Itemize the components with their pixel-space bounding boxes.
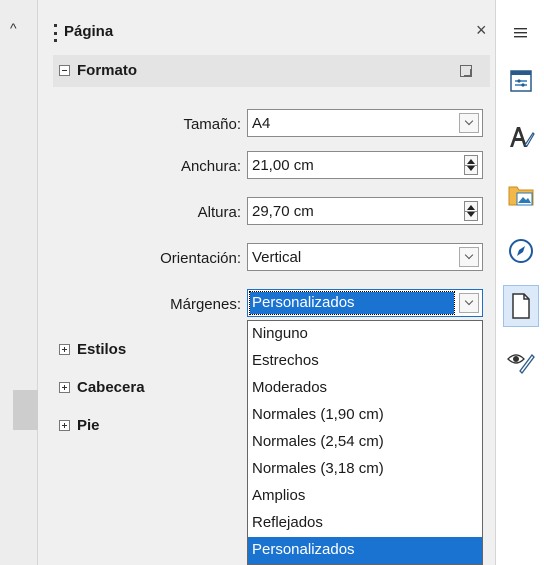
- spin-down-icon[interactable]: [467, 166, 475, 171]
- dropdown-option[interactable]: Normales (3,18 cm): [248, 456, 482, 483]
- margins-dropdown-list: Ninguno Estrechos Moderados Normales (1,…: [247, 320, 483, 565]
- dropdown-option[interactable]: Amplios: [248, 483, 482, 510]
- spin-down-icon[interactable]: [467, 212, 475, 217]
- size-dropdown-button[interactable]: [459, 113, 479, 133]
- margins-label: Márgenes:: [170, 296, 241, 313]
- width-spinner[interactable]: [464, 155, 478, 175]
- margins-dropdown-button[interactable]: [459, 293, 479, 313]
- width-label: Anchura:: [180, 158, 241, 175]
- orientation-label: Orientación:: [160, 250, 241, 267]
- spin-up-icon[interactable]: [467, 159, 475, 164]
- section-estilos-label: Estilos: [77, 341, 127, 358]
- orientation-select[interactable]: Vertical: [247, 243, 483, 271]
- dropdown-option[interactable]: Reflejados: [248, 510, 482, 537]
- section-cabecera-label: Cabecera: [77, 379, 145, 396]
- expand-icon[interactable]: [59, 382, 70, 393]
- spin-up-icon[interactable]: [467, 205, 475, 210]
- expand-icon[interactable]: [59, 420, 70, 431]
- scroll-up-icon[interactable]: ^: [10, 20, 17, 36]
- margins-select[interactable]: Personalizados: [247, 289, 483, 317]
- width-value: 21,00 cm: [252, 157, 314, 174]
- expand-icon[interactable]: [59, 344, 70, 355]
- section-formato-label: Formato: [77, 62, 137, 79]
- left-scroll-strip: ^: [0, 0, 38, 565]
- style-inspector-icon[interactable]: [506, 346, 536, 376]
- dropdown-option[interactable]: Moderados: [248, 375, 482, 402]
- page-icon[interactable]: [503, 285, 539, 327]
- section-pie-label: Pie: [77, 417, 100, 434]
- gallery-icon[interactable]: [506, 180, 536, 210]
- dropdown-option[interactable]: Ninguno: [248, 321, 482, 348]
- styles-icon[interactable]: [506, 122, 536, 152]
- size-value: A4: [252, 115, 271, 132]
- chevron-down-icon: [464, 296, 474, 306]
- width-field[interactable]: 21,00 cm: [247, 151, 483, 179]
- more-options-icon[interactable]: [460, 65, 472, 77]
- chevron-down-icon: [464, 116, 474, 126]
- scrollbar-thumb[interactable]: [13, 390, 38, 430]
- height-label: Altura:: [197, 204, 241, 221]
- collapse-icon[interactable]: [59, 65, 70, 76]
- section-formato[interactable]: Formato: [53, 55, 490, 87]
- sidebar-deck: [497, 0, 544, 565]
- panel-title: Página: [64, 23, 114, 40]
- margins-value: Personalizados: [249, 291, 455, 315]
- properties-icon[interactable]: [506, 66, 536, 96]
- close-icon[interactable]: ×: [476, 20, 487, 41]
- panel-titlebar: Página ×: [38, 18, 496, 48]
- navigator-icon[interactable]: [506, 236, 536, 266]
- menu-icon[interactable]: [506, 18, 536, 48]
- dropdown-option[interactable]: Normales (2,54 cm): [248, 429, 482, 456]
- dropdown-option[interactable]: Normales (1,90 cm): [248, 402, 482, 429]
- height-field[interactable]: 29,70 cm: [247, 197, 483, 225]
- orientation-dropdown-button[interactable]: [459, 247, 479, 267]
- grip-icon[interactable]: [54, 24, 58, 42]
- dropdown-option-selected[interactable]: Personalizados: [248, 537, 482, 564]
- size-label: Tamaño:: [183, 116, 241, 133]
- height-spinner[interactable]: [464, 201, 478, 221]
- page-panel: Página × Formato Tamaño: A4 Anchura: 21,…: [38, 0, 515, 565]
- orientation-value: Vertical: [252, 249, 302, 266]
- height-value: 29,70 cm: [252, 203, 314, 220]
- chevron-down-icon: [464, 250, 474, 260]
- size-select[interactable]: A4: [247, 109, 483, 137]
- dropdown-option[interactable]: Estrechos: [248, 348, 482, 375]
